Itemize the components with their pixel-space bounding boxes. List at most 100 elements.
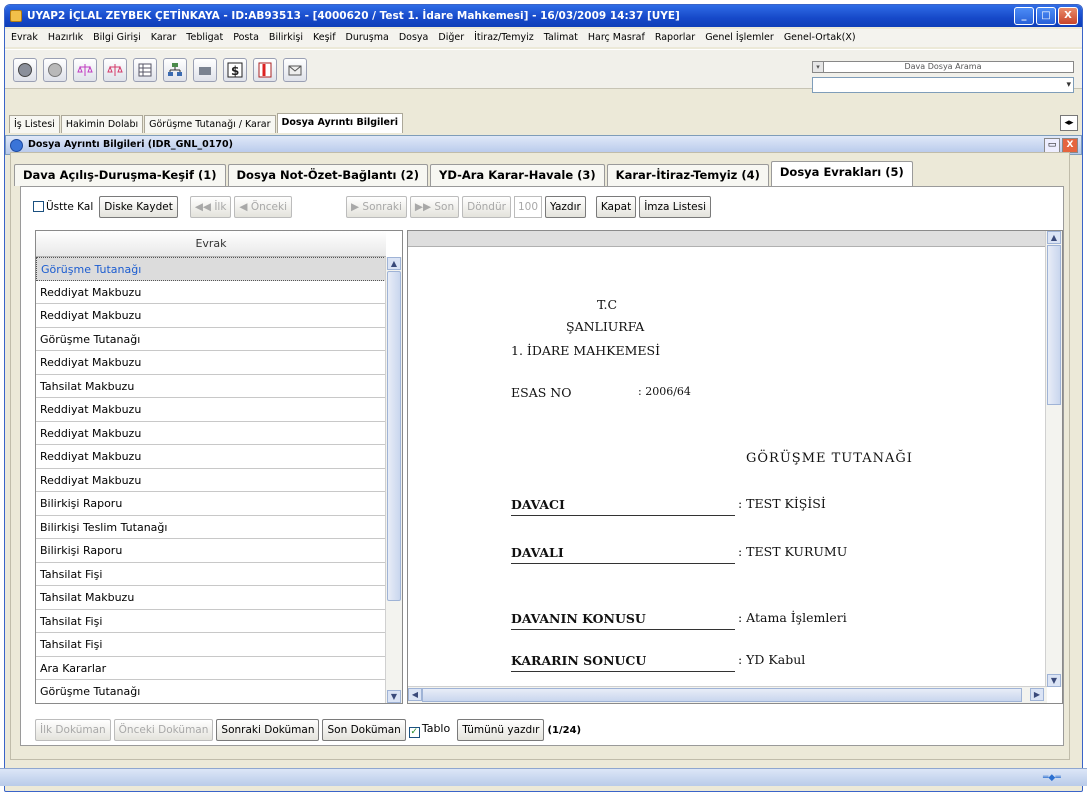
imza-listesi-button[interactable]: İmza Listesi [639, 196, 711, 218]
minimize-button[interactable]: _ [1014, 7, 1034, 25]
son-button[interactable]: ▶▶ Son [409, 196, 460, 218]
list-item[interactable]: Tahsilat Makbuzu [36, 375, 386, 398]
scroll-right-icon[interactable]: ▶ [1030, 688, 1044, 701]
list-item[interactable]: Bilirkişi Raporu [36, 539, 386, 563]
list-item[interactable]: Ara Kararlar [36, 657, 386, 680]
list-item[interactable]: Reddiyat Makbuzu [36, 304, 386, 328]
tree-icon[interactable] [163, 58, 187, 82]
ustte-kal-checkbox[interactable]: Üstte Kal [30, 196, 96, 218]
scroll-down-icon[interactable]: ▼ [387, 690, 401, 703]
viewer-hscrollbar[interactable]: ◀ ▶ [408, 686, 1047, 703]
list-item[interactable]: Tahsilat Fişi [36, 610, 386, 633]
list-item[interactable]: Bilirkişi Raporu [36, 492, 386, 516]
menu-posta[interactable]: Posta [233, 29, 259, 47]
tab-yd-ara-karar[interactable]: YD-Ara Karar-Havale (3) [430, 164, 605, 186]
menu-bilirkisi[interactable]: Bilirkişi [269, 29, 303, 47]
scale-icon[interactable] [73, 58, 97, 82]
tab-hakimin-dolabi[interactable]: Hakimin Dolabı [60, 115, 144, 133]
list-item[interactable]: Reddiyat Makbuzu [36, 445, 386, 469]
tab-gorusme-tutanagi[interactable]: Görüşme Tutanağı / Karar [144, 115, 276, 133]
sonraki-dokuman-button[interactable]: Sonraki Doküman [216, 719, 320, 741]
scale-red-icon[interactable] [103, 58, 127, 82]
tab-dosya-ayrinti-bilgileri[interactable]: Dosya Ayrıntı Bilgileri [276, 113, 403, 133]
list-item[interactable]: Reddiyat Makbuzu [36, 398, 386, 422]
menu-evrak[interactable]: Evrak [11, 29, 38, 47]
viewer-vscrollbar[interactable]: ▲ ▼ [1045, 231, 1062, 687]
ilk-dokuman-button[interactable]: İlk Doküman [35, 719, 111, 741]
ilk-button[interactable]: ◀◀ İlk [189, 196, 232, 218]
file-search-mode-toggle[interactable]: ▾ [812, 61, 824, 73]
disc-icon[interactable] [43, 58, 67, 82]
tumunu-yazdir-button[interactable]: Tümünü yazdır [457, 719, 545, 741]
tab-is-listesi[interactable]: İş Listesi [9, 115, 60, 133]
folder-icon[interactable] [193, 58, 217, 82]
close-button[interactable]: X [1058, 7, 1078, 25]
tab-scroll-arrows[interactable]: ◂▸ [1060, 115, 1078, 131]
menu-diger[interactable]: Diğer [438, 29, 464, 47]
viewer-hscroll-thumb[interactable] [422, 688, 1022, 702]
document-counter: (1/24) [547, 724, 582, 736]
scroll-left-icon[interactable]: ◀ [408, 688, 422, 701]
list-item[interactable]: Bilirkişi Teslim Tutanağı [36, 516, 386, 539]
report-icon[interactable] [253, 58, 277, 82]
menu-talimat[interactable]: Talimat [544, 29, 578, 47]
file-search-combo[interactable]: ▾ [812, 77, 1074, 93]
doc-underline [511, 671, 735, 672]
menu-karar[interactable]: Karar [151, 29, 177, 47]
son-dokuman-button[interactable]: Son Doküman [322, 719, 406, 741]
list-item[interactable]: Reddiyat Makbuzu [36, 351, 386, 375]
tab-dosya-not[interactable]: Dosya Not-Özet-Bağlantı (2) [227, 164, 428, 186]
tab-dosya-evraklari[interactable]: Dosya Evrakları (5) [770, 161, 913, 186]
scroll-up-icon[interactable]: ▲ [387, 257, 401, 270]
menu-bilgi-girisi[interactable]: Bilgi Girişi [93, 29, 141, 47]
onceki-dokuman-button[interactable]: Önceki Doküman [113, 719, 214, 741]
list-item[interactable]: Reddiyat Makbuzu [36, 422, 386, 445]
tab-dava-acilis[interactable]: Dava Açılış-Duruşma-Keşif (1) [14, 164, 226, 186]
menu-tebligat[interactable]: Tebligat [186, 29, 223, 47]
file-search-label-box: ▾ Dava Dosya Arama [812, 61, 1074, 73]
onceki-button[interactable]: ◀ Önceki [234, 196, 292, 218]
chevron-down-icon[interactable]: ▾ [1066, 80, 1071, 90]
list-item[interactable]: Tahsilat Fişi [36, 563, 386, 586]
tablo-checkbox[interactable]: ✓ Tablo [408, 722, 450, 738]
list-item[interactable]: Görüşme Tutanağı [36, 257, 386, 281]
menu-hazirlik[interactable]: Hazırlık [48, 29, 83, 47]
menu-durusma[interactable]: Duruşma [346, 29, 389, 47]
scroll-down-icon[interactable]: ▼ [1047, 674, 1061, 687]
list-item[interactable]: Görüşme Tutanağı [36, 328, 386, 351]
menu-genel-ortak[interactable]: Genel-Ortak(X) [784, 29, 856, 47]
maximize-button[interactable]: □ [1036, 7, 1056, 25]
list-item[interactable]: Görüşme Tutanağı [36, 680, 386, 703]
list-scroll-thumb[interactable] [387, 271, 401, 601]
scroll-up-icon[interactable]: ▲ [1047, 231, 1061, 244]
mail-icon[interactable] [283, 58, 307, 82]
table-icon[interactable] [133, 58, 157, 82]
file-search: ▾ Dava Dosya Arama ▾ [812, 61, 1074, 93]
dondur-button[interactable]: Döndür [462, 196, 511, 218]
dollar-icon[interactable]: $ [223, 58, 247, 82]
zoom-stepper[interactable]: 100 [513, 196, 542, 218]
kapat-button[interactable]: Kapat [595, 196, 637, 218]
menu-raporlar[interactable]: Raporlar [655, 29, 695, 47]
menu-genel-islemler[interactable]: Genel İşlemler [705, 29, 774, 47]
viewer-vscroll-thumb[interactable] [1047, 245, 1061, 405]
document-page: T.C ŞANLIURFA 1. İDARE MAHKEMESİ ESAS NO… [416, 249, 1046, 683]
inner-restore-button[interactable]: ▭ [1044, 138, 1060, 153]
inner-close-button[interactable]: X [1062, 138, 1078, 153]
list-item[interactable]: Tahsilat Fişi [36, 633, 386, 657]
menu-harc-masraf[interactable]: Harç Masraf [588, 29, 645, 47]
doc-row-label: KARARIN SONUCU [511, 653, 647, 668]
menu-itiraz-temyiz[interactable]: İtiraz/Temyiz [474, 29, 534, 47]
diske-kaydet-button[interactable]: Diske Kaydet [99, 196, 178, 218]
list-item[interactable]: Reddiyat Makbuzu [36, 281, 386, 304]
menu-kesif[interactable]: Keşif [313, 29, 336, 47]
tab-karar-itiraz[interactable]: Karar-İtiraz-Temyiz (4) [606, 164, 769, 186]
window-title: UYAP2 İÇLAL ZEYBEK ÇETİNKAYA - ID:AB9351… [27, 10, 680, 22]
list-item[interactable]: Tahsilat Makbuzu [36, 586, 386, 610]
yazdir-button[interactable]: Yazdır [545, 196, 586, 218]
menu-dosya[interactable]: Dosya [399, 29, 429, 47]
list-scrollbar[interactable]: ▲ ▼ [385, 257, 402, 703]
sonraki-button[interactable]: ▶ Sonraki [346, 196, 407, 218]
list-item[interactable]: Reddiyat Makbuzu [36, 469, 386, 492]
globe-icon[interactable] [13, 58, 37, 82]
